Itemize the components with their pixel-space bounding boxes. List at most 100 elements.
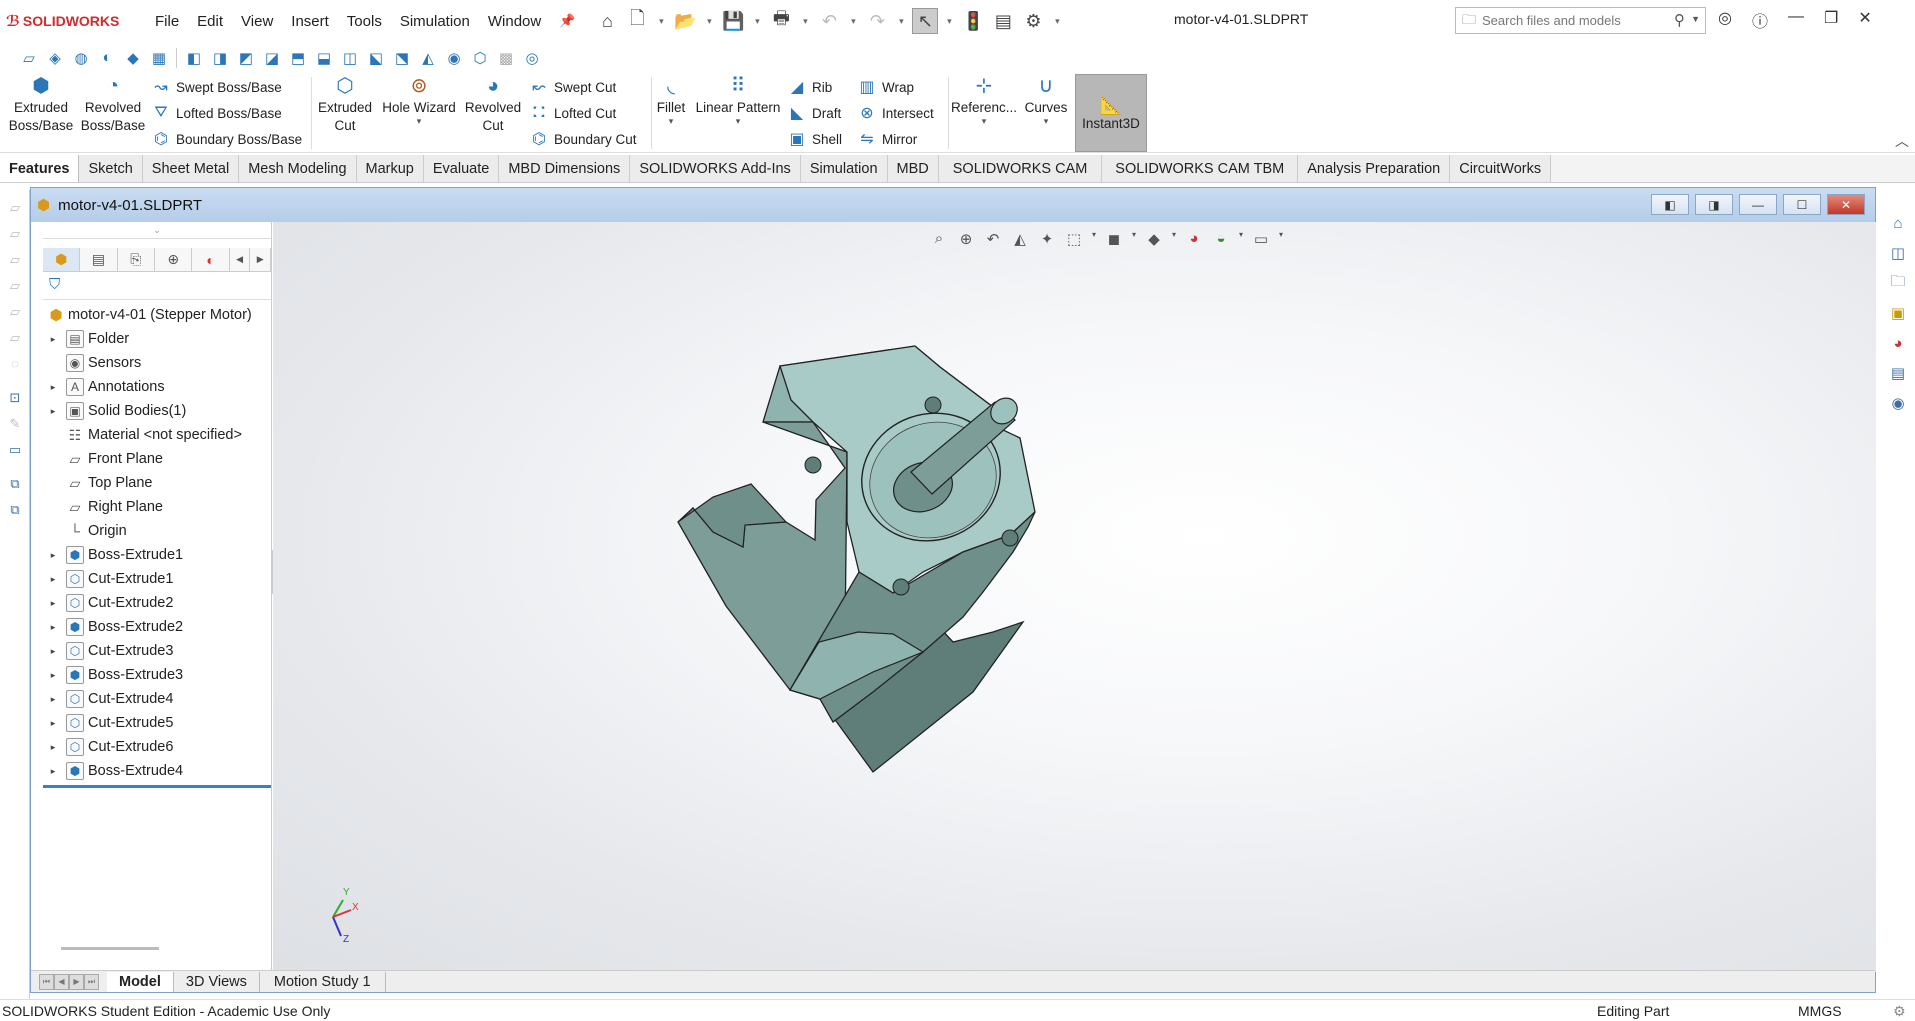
- camera-icon[interactable]: ◎: [521, 47, 543, 69]
- hole-wizard-dropdown-icon[interactable]: ▾: [417, 117, 422, 126]
- save-dropdown-icon[interactable]: ▾: [750, 8, 764, 34]
- tree-item[interactable]: ▸ ▣ Solid Bodies(1): [43, 399, 271, 423]
- tab-markup[interactable]: Markup: [356, 155, 424, 182]
- tab-solidworks-add-ins[interactable]: SOLIDWORKS Add-Ins: [630, 155, 801, 182]
- rib-button[interactable]: ◢ Rib: [786, 76, 832, 98]
- tab-mbd-dimensions[interactable]: MBD Dimensions: [499, 155, 631, 182]
- reference-dropdown-icon[interactable]: ▾: [982, 117, 987, 126]
- tab-motion-study[interactable]: Motion Study 1: [260, 971, 386, 992]
- community-icon[interactable]: ◉: [1885, 390, 1911, 416]
- expand-arrow-icon[interactable]: ▸: [46, 334, 60, 345]
- mirror-button[interactable]: ⇋ Mirror: [856, 128, 917, 150]
- tree-item[interactable]: ▸ ⬢ Boss-Extrude3: [43, 663, 271, 687]
- tab-evaluate[interactable]: Evaluate: [423, 155, 500, 182]
- smart-dimension-icon[interactable]: ⊡: [6, 390, 24, 408]
- undo-icon[interactable]: ↶: [816, 8, 842, 34]
- tree-item[interactable]: ▸ ⬡ Cut-Extrude5: [43, 711, 271, 735]
- expand-arrow-icon[interactable]: ▸: [46, 550, 60, 561]
- dimetric-icon[interactable]: ⬔: [391, 47, 413, 69]
- options-gear-icon[interactable]: ⚙: [1020, 8, 1046, 34]
- open-dropdown-icon[interactable]: ▾: [702, 8, 716, 34]
- view-bottom-icon[interactable]: ⬓: [313, 47, 335, 69]
- linear-pattern-button[interactable]: ⠿ Linear Pattern ▾: [692, 76, 784, 126]
- status-settings-icon[interactable]: ⚙: [1893, 1003, 1906, 1020]
- pattern-icon[interactable]: ▦: [148, 47, 170, 69]
- print-icon[interactable]: 🖶: [768, 8, 794, 34]
- tab-simulation[interactable]: Simulation: [800, 155, 888, 182]
- tree-item[interactable]: ▸ ⬡ Cut-Extrude1: [43, 567, 271, 591]
- expand-arrow-icon[interactable]: ▸: [46, 646, 60, 657]
- tree-item[interactable]: ▱ Right Plane: [43, 495, 271, 519]
- revolved-boss-button[interactable]: ◔ Revolved Boss/Base: [78, 76, 148, 135]
- lofted-boss-button[interactable]: ⛛ Lofted Boss/Base: [150, 102, 282, 124]
- new-document-icon[interactable]: 🗋: [624, 8, 650, 34]
- revolve-icon[interactable]: ◍: [70, 47, 92, 69]
- minimize-button[interactable]: —: [1788, 8, 1804, 32]
- doc-minimize-button[interactable]: —: [1739, 194, 1777, 215]
- reference-geometry-button[interactable]: ⊹ Referenc... ▾: [951, 76, 1017, 126]
- redo-dropdown-icon[interactable]: ▾: [894, 8, 908, 34]
- doc-maximize-button[interactable]: ☐: [1783, 194, 1821, 215]
- tab-features[interactable]: Features: [0, 155, 80, 182]
- display-manager-tab-icon[interactable]: ◐: [192, 248, 230, 271]
- sketch-tool-icon[interactable]: ▱: [6, 226, 24, 244]
- instant3d-button[interactable]: 📐 Instant3D: [1075, 74, 1147, 152]
- rebuild-icon[interactable]: 🚦: [960, 8, 986, 34]
- select-dropdown-icon[interactable]: ▾: [942, 8, 956, 34]
- search-box[interactable]: 🗀 Search files and models ⚲ ▼: [1455, 7, 1706, 34]
- new-dropdown-icon[interactable]: ▾: [654, 8, 668, 34]
- tree-root[interactable]: ⬢ motor-v4-01 (Stepper Motor): [43, 303, 271, 327]
- boundary-boss-button[interactable]: ⌬ Boundary Boss/Base: [150, 128, 302, 150]
- design-library-icon[interactable]: ▣: [1885, 300, 1911, 326]
- resources-icon[interactable]: ◫: [1885, 240, 1911, 266]
- view-left-icon[interactable]: ◩: [235, 47, 257, 69]
- search-input[interactable]: Search files and models: [1482, 13, 1621, 28]
- options-dropdown-icon[interactable]: ▾: [1050, 8, 1064, 34]
- menu-view[interactable]: View: [232, 13, 282, 30]
- hidden-lines-icon[interactable]: ▩: [495, 47, 517, 69]
- tree-item[interactable]: ▸ ⬢ Boss-Extrude2: [43, 615, 271, 639]
- tree-item[interactable]: ▸ ⬡ Cut-Extrude2: [43, 591, 271, 615]
- expand-arrow-icon[interactable]: ▸: [46, 406, 60, 417]
- boundary-cut-button[interactable]: ⌬ Boundary Cut: [528, 128, 637, 150]
- hole-wizard-button[interactable]: ⊚ Hole Wizard ▾: [378, 76, 460, 126]
- sketch-tool-icon[interactable]: ◌: [6, 356, 24, 374]
- dimxpert-tab-icon[interactable]: ⊕: [155, 248, 193, 271]
- sketch-tool-icon[interactable]: ▱: [6, 278, 24, 296]
- sketch-tool-icon[interactable]: ▱: [6, 252, 24, 270]
- expand-arrow-icon[interactable]: ▸: [46, 622, 60, 633]
- extruded-boss-button[interactable]: ⬢ Extruded Boss/Base: [8, 76, 74, 135]
- tree-item[interactable]: ▱ Top Plane: [43, 471, 271, 495]
- menu-simulation[interactable]: Simulation: [391, 13, 479, 30]
- swept-cut-button[interactable]: ↜ Swept Cut: [528, 76, 616, 98]
- tree-item[interactable]: ▸ ⬢ Boss-Extrude4: [43, 759, 271, 783]
- custom-properties-icon[interactable]: ▤: [1885, 360, 1911, 386]
- expand-arrow-icon[interactable]: ▸: [46, 574, 60, 585]
- tab-model[interactable]: Model: [107, 971, 174, 992]
- sweep-icon[interactable]: ◐: [96, 47, 118, 69]
- account-icon[interactable]: ◎: [1718, 8, 1732, 32]
- pin-icon[interactable]: 📌: [550, 13, 584, 29]
- linear-pattern-dropdown-icon[interactable]: ▾: [736, 117, 741, 126]
- tab-circuitworks[interactable]: CircuitWorks: [1450, 155, 1552, 182]
- search-icon[interactable]: ⚲: [1674, 11, 1685, 29]
- collapse-ribbon-icon[interactable]: ︿: [1895, 131, 1909, 151]
- expand-arrow-icon[interactable]: ▸: [46, 382, 60, 393]
- undo-dropdown-icon[interactable]: ▾: [846, 8, 860, 34]
- home-icon[interactable]: ⌂: [1885, 210, 1911, 236]
- tree-item[interactable]: ☷ Material <not specified>: [43, 423, 271, 447]
- tab-3d-views[interactable]: 3D Views: [174, 971, 260, 992]
- curves-button[interactable]: ∪ Curves ▾: [1022, 76, 1070, 126]
- status-units[interactable]: MMGS: [1798, 1003, 1842, 1019]
- menu-edit[interactable]: Edit: [188, 13, 232, 30]
- fillet-dropdown-icon[interactable]: ▾: [669, 117, 674, 126]
- tab-analysis-preparation[interactable]: Analysis Preparation: [1298, 155, 1451, 182]
- file-explorer-icon[interactable]: 🗀: [1885, 270, 1911, 296]
- solidworks-logo[interactable]: ℬ SOLIDWORKS: [6, 12, 146, 30]
- wrap-button[interactable]: ▥ Wrap: [856, 76, 914, 98]
- open-icon[interactable]: 📂: [672, 8, 698, 34]
- expand-arrow-icon[interactable]: ▸: [46, 694, 60, 705]
- expand-arrow-icon[interactable]: ▸: [46, 766, 60, 777]
- expand-arrow-icon[interactable]: ▸: [46, 742, 60, 753]
- property-manager-tab-icon[interactable]: ▤: [80, 248, 118, 271]
